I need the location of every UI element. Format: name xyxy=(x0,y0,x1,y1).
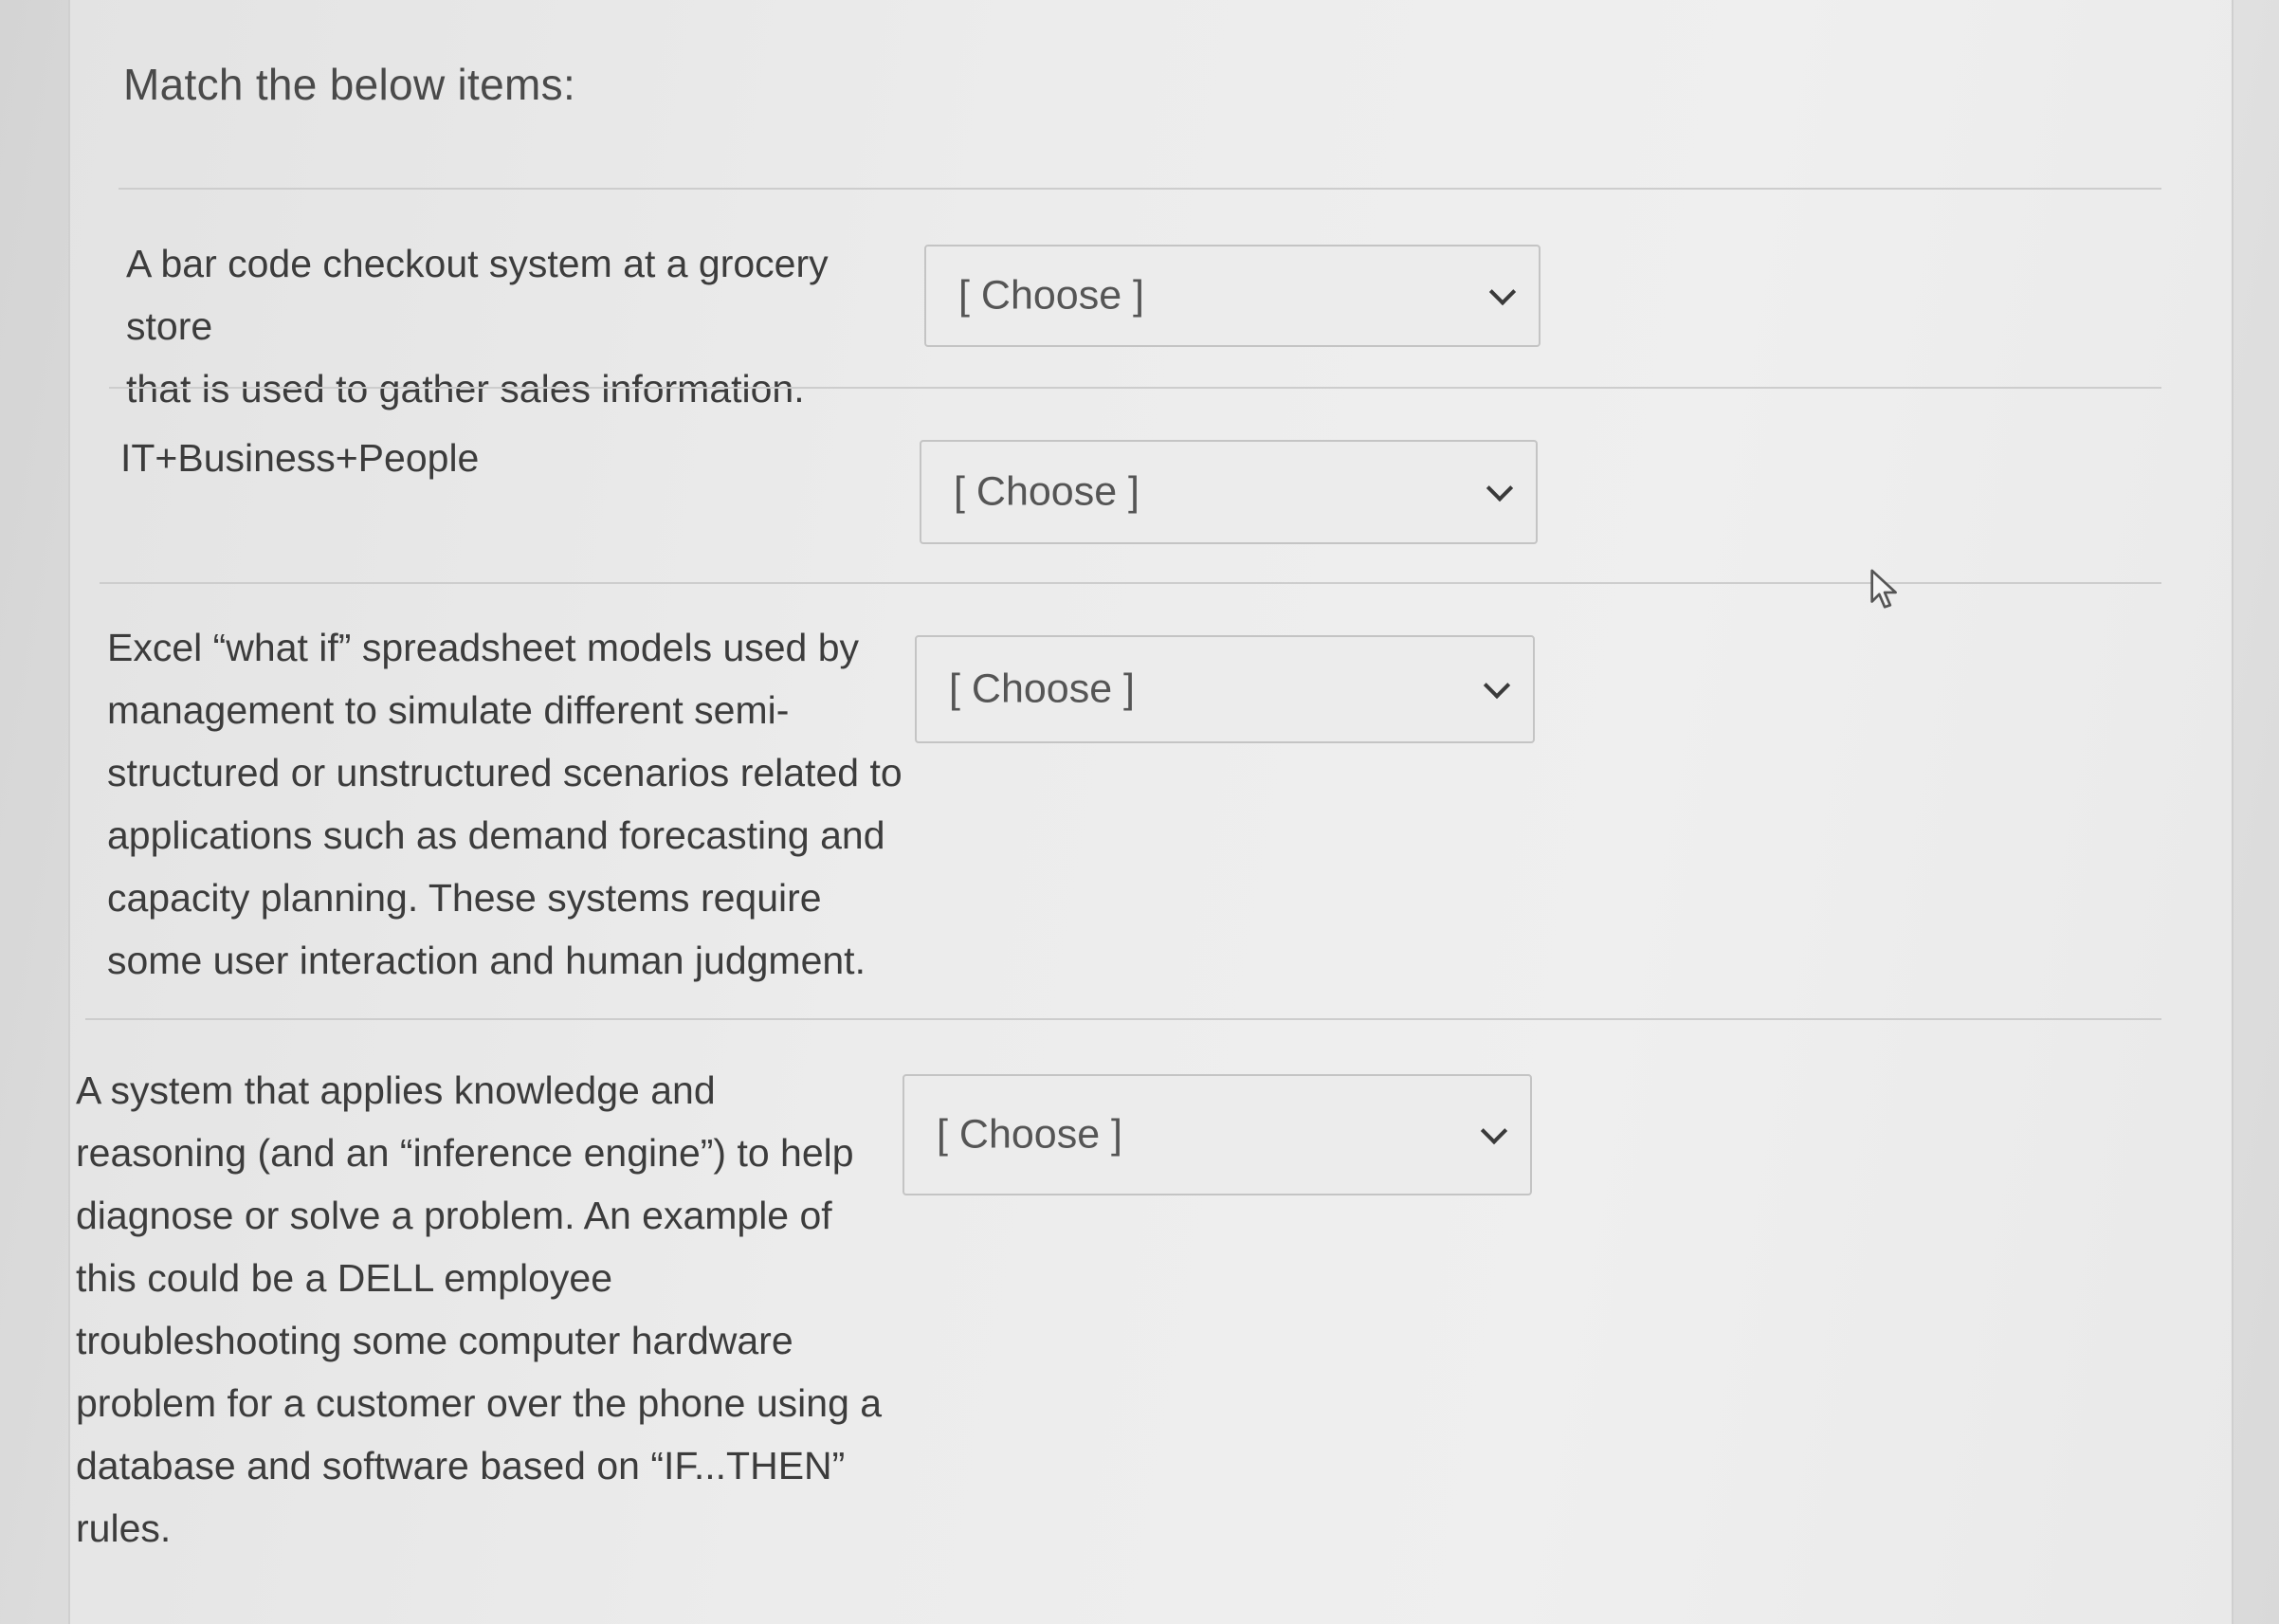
match-item-2-select-value: [ Choose ] xyxy=(954,468,1140,515)
divider-1 xyxy=(109,387,2161,389)
chevron-down-icon xyxy=(1486,474,1514,502)
question-title: Match the below items: xyxy=(123,60,576,109)
match-item-4-prompt: A system that applies knowledge and reas… xyxy=(76,1068,883,1550)
match-item-1-select[interactable]: [ Choose ] xyxy=(924,245,1541,347)
match-item-2-select[interactable]: [ Choose ] xyxy=(920,440,1538,544)
chevron-down-icon xyxy=(1480,1117,1508,1145)
match-item-4-select-value: [ Choose ] xyxy=(937,1111,1122,1158)
match-item-2-prompt: IT+Business+People xyxy=(120,436,480,480)
chevron-down-icon xyxy=(1483,671,1511,700)
match-item-3-select-value: [ Choose ] xyxy=(949,666,1135,712)
divider-top xyxy=(119,188,2161,190)
match-item-3-prompt: Excel “what if” spreadsheet models used … xyxy=(107,626,902,982)
match-item-3-select[interactable]: [ Choose ] xyxy=(915,635,1535,743)
match-item-4-select[interactable]: [ Choose ] xyxy=(902,1074,1532,1195)
mouse-pointer-icon xyxy=(1870,569,1897,609)
divider-3 xyxy=(85,1018,2161,1020)
screen: Match the below items: A bar code checko… xyxy=(0,0,2279,1624)
chevron-down-icon xyxy=(1488,278,1517,306)
match-item-1-select-value: [ Choose ] xyxy=(958,272,1144,319)
divider-2 xyxy=(100,582,2161,584)
match-item-1-prompt: A bar code checkout system at a grocery … xyxy=(126,242,829,411)
